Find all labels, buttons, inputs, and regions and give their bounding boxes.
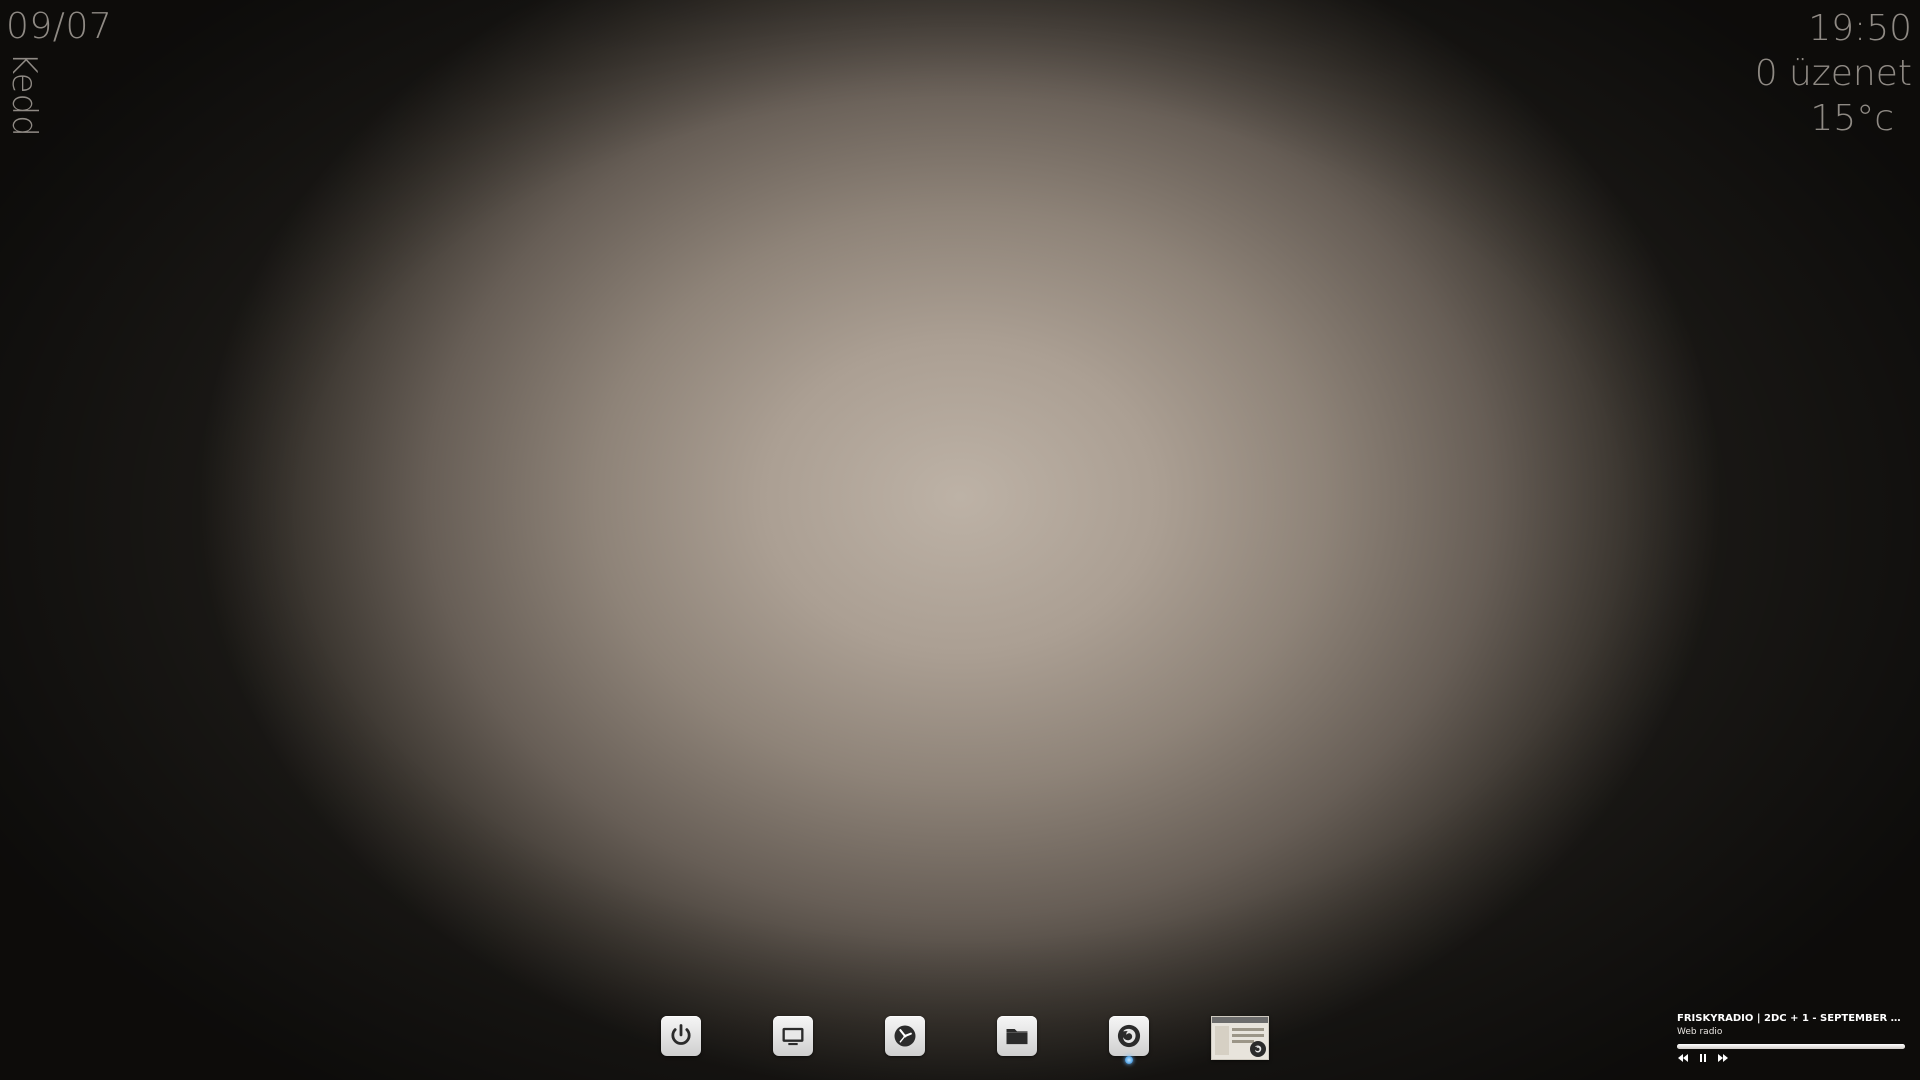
media-pause-button[interactable] — [1697, 1053, 1709, 1063]
monitor-icon — [782, 1027, 804, 1046]
dock-clock-button[interactable] — [885, 1016, 925, 1056]
media-player-widget: FRISKYRADIO | 2DC + 1 - SEPTEMBER 2... W… — [1677, 1012, 1907, 1063]
temperature: 15°c — [1810, 98, 1894, 139]
thumbnail-line — [1232, 1040, 1254, 1043]
media-progress-fill — [1677, 1044, 1905, 1049]
pause-icon — [1700, 1054, 1706, 1062]
date-widget: 09/07 Kedd — [4, 6, 113, 137]
clock-time: 19:50 — [1808, 8, 1912, 49]
dock-display-button[interactable] — [773, 1016, 813, 1056]
next-icon — [1718, 1054, 1728, 1062]
previous-icon — [1678, 1054, 1688, 1062]
media-track-title: FRISKYRADIO | 2DC + 1 - SEPTEMBER 2... — [1677, 1013, 1907, 1024]
dock-firefox-button[interactable] — [1109, 1016, 1149, 1064]
thumbnail-line — [1232, 1028, 1264, 1031]
day-text: Kedd — [4, 52, 44, 137]
info-widget: 19:50 0 üzenet 15°c — [1755, 6, 1912, 141]
wallpaper-vignette — [0, 0, 1920, 1080]
dock-window-thumbnail[interactable] — [1211, 1016, 1269, 1060]
date-text: 09/07 — [6, 6, 113, 47]
thumbnail-app-badge — [1250, 1041, 1266, 1057]
thumbnail-line — [1232, 1034, 1264, 1037]
media-progress-bar[interactable] — [1677, 1044, 1905, 1049]
firefox-icon — [1255, 1045, 1262, 1053]
media-next-button[interactable] — [1717, 1053, 1729, 1063]
thumbnail-titlebar — [1212, 1017, 1268, 1023]
clock-icon — [894, 1025, 916, 1047]
dock-power-button[interactable] — [661, 1016, 701, 1056]
power-icon — [671, 1024, 691, 1045]
firefox-icon — [1117, 1024, 1141, 1048]
media-controls — [1677, 1053, 1907, 1063]
media-previous-button[interactable] — [1677, 1053, 1689, 1063]
dock — [0, 1016, 1920, 1072]
folder-icon — [1006, 1029, 1028, 1045]
running-indicator — [1125, 1056, 1133, 1064]
message-count: 0 üzenet — [1754, 53, 1912, 94]
dock-folder-button[interactable] — [997, 1016, 1037, 1056]
media-source: Web radio — [1677, 1027, 1723, 1037]
thumbnail-sidebar — [1215, 1026, 1229, 1055]
